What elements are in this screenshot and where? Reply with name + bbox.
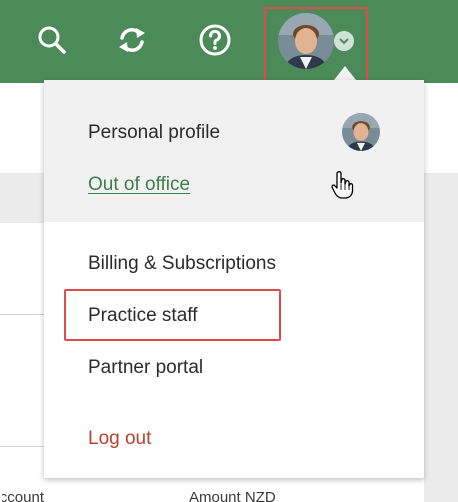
hand-cursor-icon bbox=[330, 170, 354, 205]
menu-item-practice-staff[interactable]: Practice staff bbox=[88, 305, 197, 327]
menu-item-billing[interactable]: Billing & Subscriptions bbox=[88, 253, 276, 275]
dropdown-caret bbox=[334, 66, 356, 80]
column-header-account[interactable]: Account bbox=[2, 489, 44, 502]
top-app-bar bbox=[0, 0, 458, 83]
profile-avatar[interactable] bbox=[342, 113, 380, 151]
menu-item-out-of-office[interactable]: Out of office bbox=[88, 174, 190, 196]
menu-item-personal-profile[interactable]: Personal profile bbox=[88, 122, 220, 144]
menu-item-partner-portal[interactable]: Partner portal bbox=[88, 357, 203, 379]
background-panel-edge bbox=[424, 173, 458, 502]
background-toolbar-strip bbox=[0, 173, 44, 223]
background-divider bbox=[0, 314, 44, 315]
help-icon[interactable] bbox=[197, 22, 233, 58]
background-divider bbox=[0, 446, 44, 447]
user-menu-dropdown: Personal profile Out of office Billing &… bbox=[44, 80, 424, 478]
avatar[interactable] bbox=[278, 13, 334, 69]
sync-icon[interactable] bbox=[114, 22, 150, 58]
profile-section bbox=[44, 80, 424, 222]
menu-item-log-out[interactable]: Log out bbox=[88, 428, 151, 450]
column-header-amount[interactable]: Amount NZD bbox=[189, 489, 276, 502]
chevron-down-icon[interactable] bbox=[334, 31, 354, 51]
search-icon[interactable] bbox=[34, 22, 70, 58]
